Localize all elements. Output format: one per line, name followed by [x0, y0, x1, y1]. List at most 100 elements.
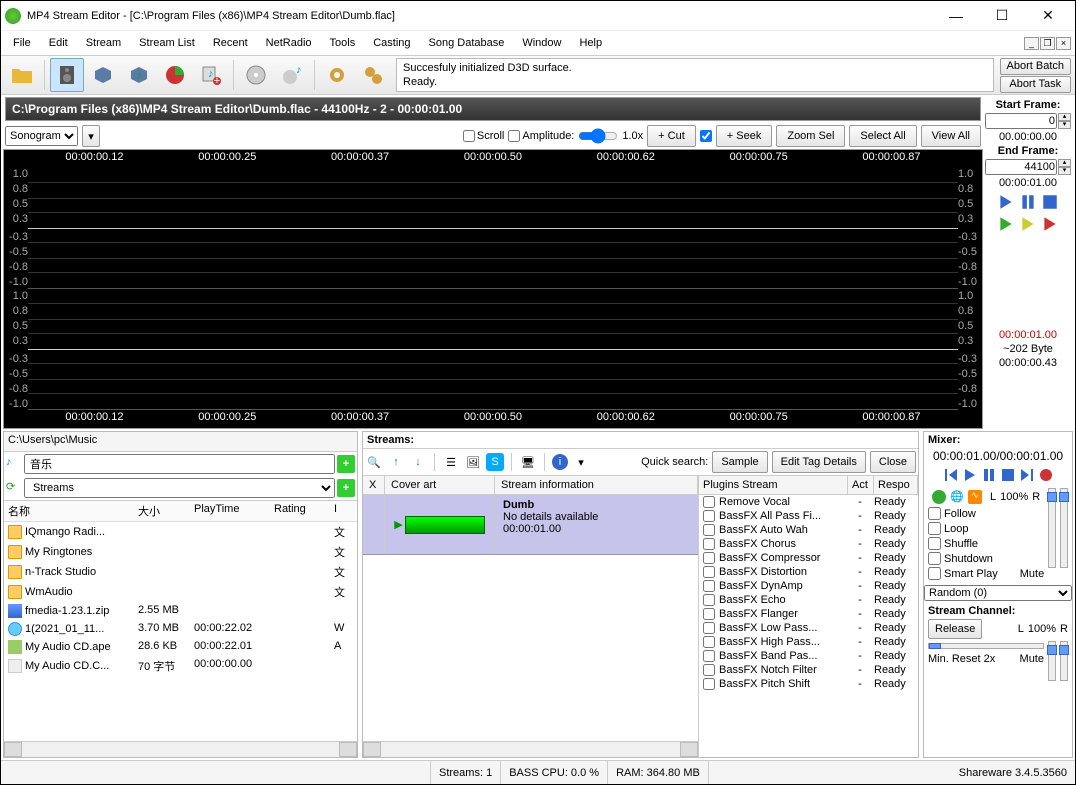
col-name[interactable]: 名称 — [4, 501, 134, 521]
pause2-icon[interactable] — [981, 467, 997, 483]
play-green-icon[interactable] — [997, 215, 1015, 233]
disc-button[interactable] — [239, 58, 273, 92]
plugin-checkbox[interactable] — [703, 524, 715, 536]
scroll-checkbox[interactable] — [463, 130, 475, 142]
abort-task-button[interactable]: Abort Task — [1000, 76, 1071, 93]
view-all-button[interactable]: View All — [921, 125, 981, 147]
col-plugin-name[interactable]: Plugins Stream — [699, 476, 848, 494]
minimize-button[interactable]: — — [933, 2, 979, 30]
plugin-checkbox[interactable] — [703, 538, 715, 550]
plugin-row[interactable]: BassFX Compressor-Ready — [699, 551, 918, 565]
file-path[interactable]: C:\Users\pc\Music — [4, 432, 357, 452]
cube2-button[interactable]: ♪ — [122, 58, 156, 92]
gear2-button[interactable] — [356, 58, 390, 92]
menu-stream-list[interactable]: Stream List — [131, 35, 203, 51]
menu-tools[interactable]: Tools — [322, 35, 364, 51]
file-search-input[interactable] — [24, 454, 335, 474]
plugin-row[interactable]: BassFX All Pass Fi...-Ready — [699, 509, 918, 523]
plugin-row[interactable]: BassFX DynAmp-Ready — [699, 579, 918, 593]
menu-file[interactable]: File — [5, 35, 39, 51]
amplitude-checkbox-label[interactable]: Amplitude: — [508, 130, 574, 142]
cube1-button[interactable] — [86, 58, 120, 92]
world-icon[interactable]: 🌐 — [950, 490, 964, 504]
mdi-minimize-icon[interactable]: _ — [1024, 37, 1039, 50]
up-arrow-icon[interactable]: ↑ — [387, 453, 405, 471]
file-row[interactable]: 1(2021_01_11...3.70 MB00:00:22.02W — [4, 620, 357, 638]
end-down-icon[interactable]: ▾ — [1058, 167, 1071, 175]
list-icon[interactable]: ☰ — [442, 453, 460, 471]
streams-dropdown[interactable]: Streams — [24, 478, 335, 498]
shuffle-checkbox[interactable]: Shuffle — [928, 536, 1044, 551]
plugin-row[interactable]: BassFX Chorus-Ready — [699, 537, 918, 551]
random-dropdown[interactable]: Random (0) — [924, 585, 1072, 601]
menu-casting[interactable]: Casting — [365, 35, 418, 51]
start-down-icon[interactable]: ▾ — [1058, 121, 1071, 129]
plugin-checkbox[interactable] — [703, 678, 715, 690]
skype-icon[interactable]: S — [486, 453, 504, 471]
view-mode-select[interactable]: Sonogram — [5, 126, 78, 146]
plugin-checkbox[interactable] — [703, 566, 715, 578]
file-row[interactable]: n-Track Studio文 — [4, 562, 357, 582]
col-plugin-act[interactable]: Act — [848, 476, 874, 494]
file-row[interactable]: WmAudio文 — [4, 582, 357, 602]
menu-stream[interactable]: Stream — [78, 35, 129, 51]
smartplay-checkbox[interactable]: Smart Play — [928, 566, 1016, 581]
file-row[interactable]: fmedia-1.23.1.zip2.55 MB — [4, 602, 357, 620]
disc-note-button[interactable]: ♪ — [275, 58, 309, 92]
plugin-checkbox[interactable] — [703, 552, 715, 564]
plugin-checkbox[interactable] — [703, 594, 715, 606]
plugin-row[interactable]: BassFX Band Pas...-Ready — [699, 649, 918, 663]
gear1-button[interactable] — [320, 58, 354, 92]
menu-window[interactable]: Window — [514, 35, 569, 51]
menu-netradio[interactable]: NetRadio — [258, 35, 320, 51]
maximize-button[interactable]: ☐ — [979, 2, 1025, 30]
col-x[interactable]: X — [363, 476, 385, 494]
stream-remove-icon[interactable] — [363, 495, 385, 554]
shutdown-checkbox[interactable]: Shutdown — [928, 551, 1044, 566]
col-cover[interactable]: Cover art — [385, 476, 495, 494]
plugin-row[interactable]: BassFX Flanger-Ready — [699, 607, 918, 621]
col-stream-info[interactable]: Stream information — [495, 476, 698, 494]
close-button[interactable]: ✕ — [1025, 2, 1071, 30]
add-stream-button[interactable]: + — [337, 479, 355, 497]
view-mode-dropdown-button[interactable]: ▾ — [82, 125, 100, 147]
file-row[interactable]: My Ringtones文 — [4, 542, 357, 562]
min-reset-label[interactable]: Min. Reset 2x — [928, 653, 995, 665]
file-hscroll[interactable] — [4, 741, 357, 757]
next-icon[interactable] — [1019, 467, 1035, 483]
menu-recent[interactable]: Recent — [205, 35, 256, 51]
speaker-button[interactable] — [50, 58, 84, 92]
prev-icon[interactable] — [943, 467, 959, 483]
zoom-sel-button[interactable]: Zoom Sel — [776, 125, 845, 147]
cover-play-icon[interactable]: ▶ — [394, 518, 402, 531]
vol-slider-l[interactable] — [1048, 488, 1056, 568]
streams-hscroll[interactable] — [363, 741, 698, 757]
amplitude-checkbox[interactable] — [508, 130, 520, 142]
start-up-icon[interactable]: ▴ — [1058, 113, 1071, 121]
sch-slider-l[interactable] — [1048, 641, 1056, 681]
end-up-icon[interactable]: ▴ — [1058, 159, 1071, 167]
image-icon[interactable]: 🖼 — [464, 453, 482, 471]
menu-help[interactable]: Help — [571, 35, 610, 51]
pause-icon[interactable] — [1019, 193, 1037, 211]
file-row[interactable]: My Audio CD.C...70 字节00:00:00.00 — [4, 656, 357, 676]
mdi-restore-icon[interactable]: ❐ — [1040, 37, 1055, 50]
record-icon[interactable] — [1038, 467, 1054, 483]
start-frame-input[interactable] — [985, 113, 1057, 129]
plugin-row[interactable]: BassFX Notch Filter-Ready — [699, 663, 918, 677]
chart-button[interactable] — [158, 58, 192, 92]
globe-icon[interactable] — [932, 490, 946, 504]
plugin-row[interactable]: BassFX Low Pass...-Ready — [699, 621, 918, 635]
follow-checkbox[interactable]: Follow — [928, 506, 1044, 521]
end-frame-input[interactable] — [985, 159, 1057, 175]
waveform-display[interactable]: 00:00:00.1200:00:00.2500:00:00.3700:00:0… — [3, 149, 983, 429]
select-all-button[interactable]: Select All — [849, 125, 916, 147]
plugin-checkbox[interactable] — [703, 510, 715, 522]
play-icon[interactable] — [962, 467, 978, 483]
info-icon[interactable]: i — [552, 454, 568, 470]
vol-slider-r[interactable] — [1060, 488, 1068, 568]
scroll-checkbox-label[interactable]: Scroll — [463, 130, 505, 142]
menu-edit[interactable]: Edit — [41, 35, 76, 51]
amplitude-slider[interactable] — [578, 128, 618, 144]
plugin-checkbox[interactable] — [703, 650, 715, 662]
